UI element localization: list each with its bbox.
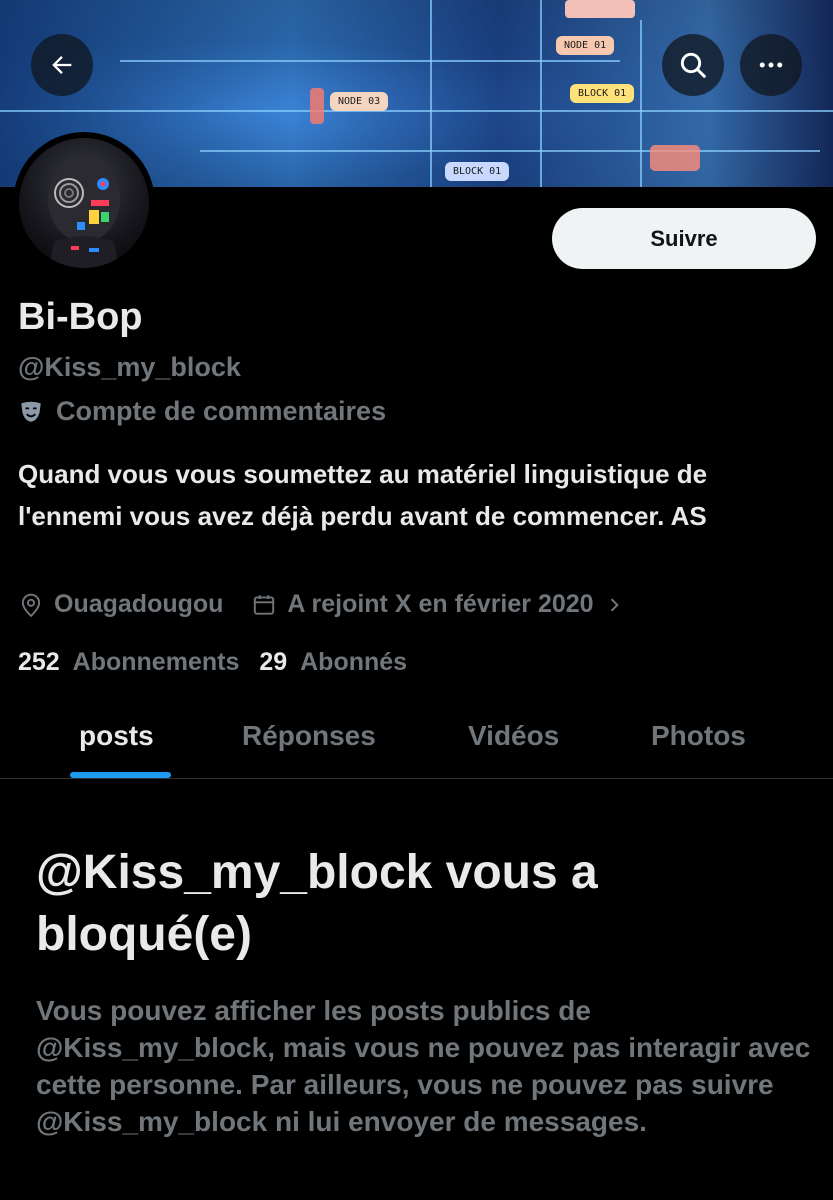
banner-circuit-line [200, 150, 820, 152]
following-link[interactable]: 252 Abonnements [18, 648, 239, 677]
joined-item[interactable]: A rejoint X en février 2020 [251, 590, 623, 619]
blocked-message: Vous pouvez afficher les posts publics d… [36, 995, 811, 1137]
banner-chip: BLOCK 01 [445, 162, 510, 181]
more-options-button[interactable] [740, 34, 802, 96]
profile-bio: Quand vous vous soumettez au matériel li… [18, 459, 708, 531]
tab-replies[interactable]: Réponses [242, 720, 376, 752]
back-button[interactable] [31, 34, 93, 96]
theater-mask-icon [21, 401, 41, 422]
profile-tabs: posts Réponses Vidéos Photos [0, 700, 833, 779]
location-item: Ouagadougou [18, 590, 223, 619]
banner-chip: BLOCK 01 [570, 84, 635, 103]
more-horizontal-icon [759, 62, 783, 68]
search-button[interactable] [662, 34, 724, 96]
tab-videos[interactable]: Vidéos [468, 720, 559, 752]
profile-handle: @Kiss_my_block [18, 352, 241, 382]
arrow-left-icon [52, 56, 72, 74]
banner-circuit-line [120, 60, 620, 62]
robot-avatar-illustration [48, 158, 120, 268]
banner-chip: NODE 03 [330, 92, 389, 111]
active-tab-indicator [70, 772, 171, 778]
profile-meta: Ouagadougou A rejoint X en février 2020 [18, 590, 624, 619]
followers-count: 29 [259, 648, 288, 676]
avatar[interactable] [13, 132, 155, 274]
account-label-text: Compte de commentaires [56, 396, 387, 426]
account-label[interactable]: Compte de commentaires [18, 396, 386, 427]
location-pin-icon [21, 593, 41, 617]
follow-button[interactable]: Suivre [552, 208, 816, 269]
banner-circuit-line [430, 0, 432, 187]
calendar-icon [254, 594, 275, 615]
followers-label: Abonnés [300, 648, 408, 676]
profile-name: Bi-Bop [18, 296, 143, 338]
joined-text: A rejoint X en février 2020 [287, 590, 594, 618]
chevron-right-icon [610, 597, 619, 612]
banner-circuit-line [540, 0, 542, 187]
tab-posts[interactable]: posts [79, 720, 154, 752]
profile-counts: 252 Abonnements 29 Abonnés [18, 648, 407, 677]
avatar-image [19, 138, 149, 268]
banner-chip-shape [310, 88, 324, 124]
banner-chip: NODE 01 [556, 36, 615, 55]
location-text: Ouagadougou [54, 590, 224, 618]
followers-link[interactable]: 29 Abonnés [259, 648, 407, 677]
banner-chip-shape [650, 145, 700, 171]
following-label: Abonnements [72, 648, 240, 676]
banner-circuit-line [640, 20, 642, 187]
following-count: 252 [18, 648, 60, 676]
search-icon [680, 52, 706, 78]
banner-chip-shape [565, 0, 635, 18]
banner-circuit-line [0, 110, 833, 112]
blocked-title: @Kiss_my_block vous a bloqué(e) [36, 846, 598, 961]
tab-photos[interactable]: Photos [651, 720, 746, 752]
